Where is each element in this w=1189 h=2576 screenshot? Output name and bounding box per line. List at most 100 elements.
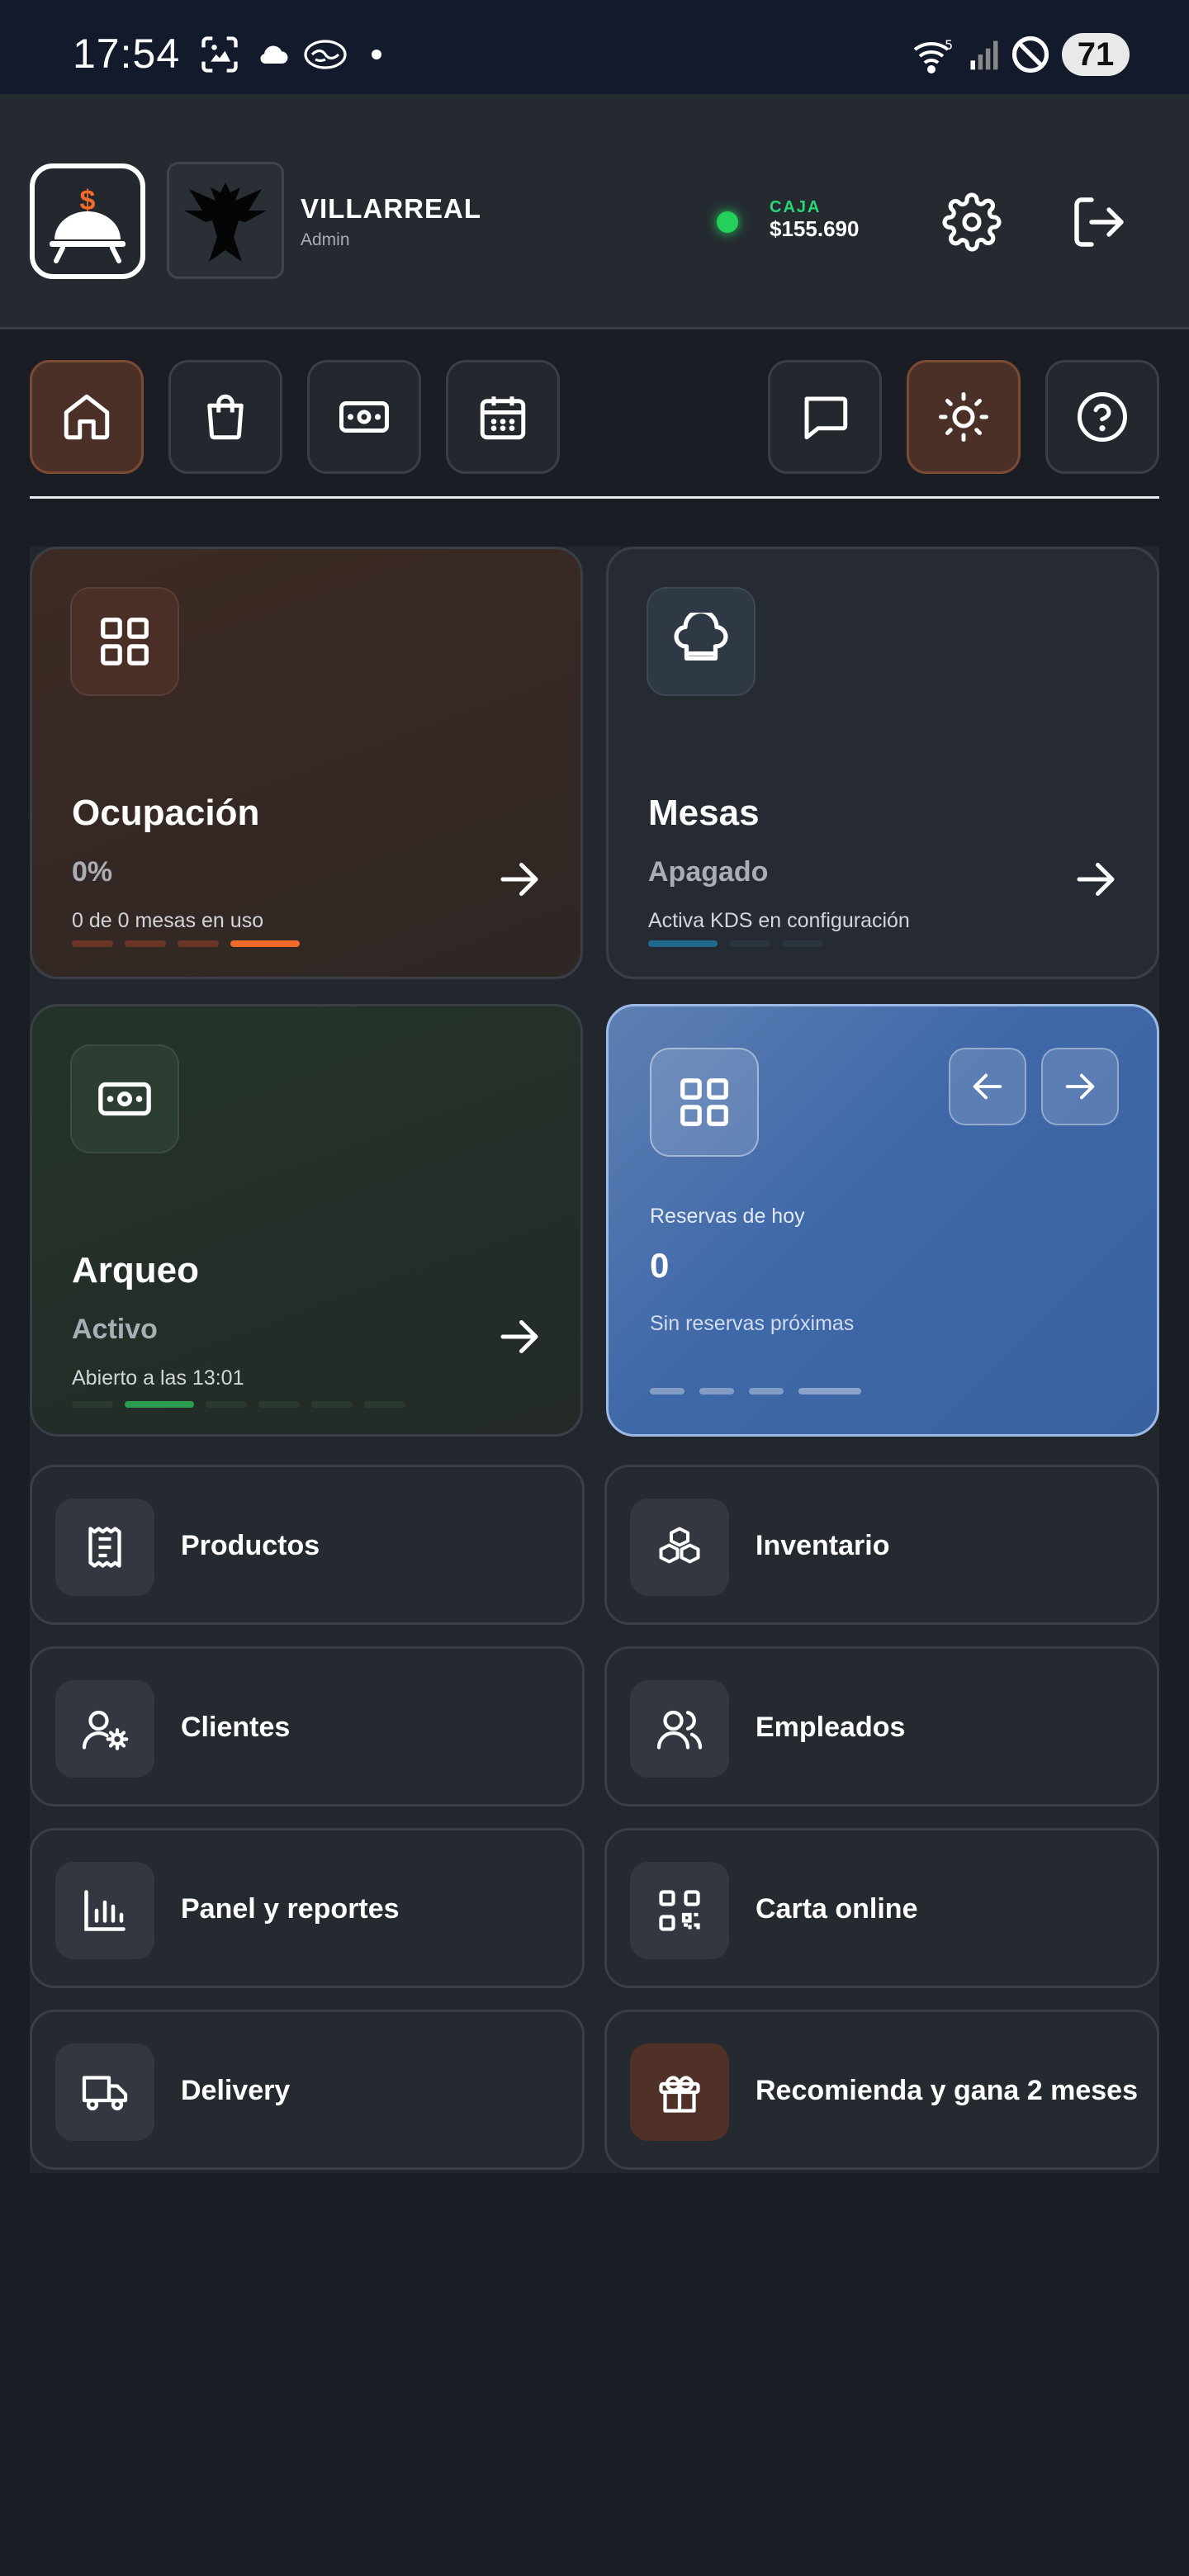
status-time: 17:54 xyxy=(73,31,181,77)
clientes-icon-box xyxy=(55,1680,154,1778)
mesas-card[interactable]: Mesas Apagado Activa KDS en configuració… xyxy=(606,547,1159,979)
reservas-label: Reservas de hoy xyxy=(650,1205,805,1228)
caja-value: $155.690 xyxy=(770,216,860,241)
shopping-bag-icon xyxy=(207,394,244,440)
nav-help-button[interactable] xyxy=(1045,360,1159,474)
caja-label: CAJA xyxy=(770,198,822,216)
arqueo-card[interactable]: Arqueo Activo Abierto a las 13:01 xyxy=(30,1004,583,1437)
sun-icon xyxy=(939,392,988,442)
user-name: VILLARREAL xyxy=(301,193,481,224)
gear-icon xyxy=(942,192,1002,252)
nav-theme-button[interactable] xyxy=(907,360,1021,474)
nav-cash-button[interactable] xyxy=(307,360,421,474)
user-settings-icon xyxy=(82,1710,129,1750)
chat-icon xyxy=(804,396,848,440)
empleados-icon-box xyxy=(630,1680,729,1778)
empleados-label: Empleados xyxy=(756,1712,906,1743)
arqueo-value: Activo xyxy=(72,1314,158,1345)
arqueo-progress xyxy=(72,1401,405,1408)
ocupacion-value: 0% xyxy=(72,856,113,888)
clientes-label: Clientes xyxy=(181,1712,291,1743)
grid-icon xyxy=(101,618,149,665)
caja-status-dot xyxy=(717,211,738,233)
arrow-right-icon xyxy=(500,1320,538,1353)
productos-label: Productos xyxy=(181,1530,320,1561)
menu-item-carta-online[interactable]: Carta online xyxy=(604,1828,1159,1988)
reservas-next-button[interactable] xyxy=(1041,1048,1119,1125)
handshake-icon xyxy=(304,40,347,69)
panel-reportes-label: Panel y reportes xyxy=(181,1893,400,1925)
ocupacion-icon-box xyxy=(70,587,179,696)
arrow-right-icon xyxy=(1077,863,1115,896)
ocupacion-progress xyxy=(72,940,300,947)
mesas-desc: Activa KDS en configuración xyxy=(648,909,910,932)
inventario-label: Inventario xyxy=(756,1530,890,1561)
home-icon xyxy=(64,394,110,440)
reservas-prev-button[interactable] xyxy=(949,1048,1026,1125)
nav-home-button[interactable] xyxy=(30,360,144,474)
menu-item-panel-reportes[interactable]: Panel y reportes xyxy=(30,1828,585,1988)
status-bar: 17:54 5 71 xyxy=(0,0,1189,94)
grid-icon xyxy=(680,1078,728,1126)
app-header: $ VILLARREAL Admin CAJA $155.690 xyxy=(0,94,1189,329)
recomienda-icon-box xyxy=(630,2043,729,2141)
calendar-icon xyxy=(480,396,526,440)
recomienda-label: Recomienda y gana 2 meses xyxy=(756,2075,1139,2106)
battery-indicator: 71 xyxy=(1062,33,1130,76)
arqueo-title: Arqueo xyxy=(72,1250,199,1290)
menu-item-productos[interactable]: Productos xyxy=(30,1465,585,1625)
reservas-card[interactable]: Reservas de hoy 0 Sin reservas próximas xyxy=(606,1004,1159,1437)
productos-icon-box xyxy=(55,1499,154,1596)
mesas-value: Apagado xyxy=(648,856,769,888)
cloud-icon xyxy=(260,45,288,64)
svg-text:5: 5 xyxy=(945,37,953,53)
bar-chart-icon xyxy=(84,1890,126,1931)
arrow-right-icon xyxy=(500,863,538,896)
gallery-icon xyxy=(201,36,238,73)
menu-item-inventario[interactable]: Inventario xyxy=(604,1465,1159,1625)
cash-icon xyxy=(339,401,389,433)
nav-divider xyxy=(30,496,1159,499)
receipt-icon xyxy=(88,1527,121,1568)
reservas-count: 0 xyxy=(650,1246,670,1285)
menu-item-delivery[interactable]: Delivery xyxy=(30,2010,585,2170)
dnd-icon xyxy=(1011,36,1049,73)
boxes-icon xyxy=(659,1527,700,1564)
help-icon xyxy=(1078,392,1127,442)
logout-icon xyxy=(1074,197,1124,247)
signal-icon xyxy=(970,40,998,70)
nav-chat-button[interactable] xyxy=(768,360,882,474)
menu-item-clientes[interactable]: Clientes xyxy=(30,1646,585,1807)
mesas-title: Mesas xyxy=(648,793,760,833)
carta-icon-box xyxy=(630,1862,729,1959)
settings-button[interactable] xyxy=(935,185,1009,259)
nav-calendar-button[interactable] xyxy=(446,360,560,474)
mesas-progress xyxy=(648,940,823,947)
arrow-right-icon xyxy=(1065,1073,1095,1100)
users-icon xyxy=(656,1710,703,1750)
cash-icon xyxy=(98,1082,151,1116)
wifi-icon: 5 xyxy=(913,37,953,73)
logout-button[interactable] xyxy=(1062,185,1136,259)
arqueo-desc: Abierto a las 13:01 xyxy=(72,1366,244,1390)
delivery-icon-box xyxy=(55,2043,154,2141)
panel-icon-box xyxy=(55,1862,154,1959)
arqueo-icon-box xyxy=(70,1044,179,1153)
user-avatar[interactable] xyxy=(167,162,284,279)
gift-icon xyxy=(659,2076,700,2113)
reservas-desc: Sin reservas próximas xyxy=(650,1312,855,1335)
ocupacion-card[interactable]: Ocupación 0% 0 de 0 mesas en uso xyxy=(30,547,583,979)
menu-item-recomienda[interactable]: Recomienda y gana 2 meses xyxy=(604,2010,1159,2170)
reservas-pager xyxy=(650,1388,861,1395)
user-role: Admin xyxy=(301,230,350,249)
nav-shop-button[interactable] xyxy=(168,360,282,474)
carta-online-label: Carta online xyxy=(756,1893,918,1925)
chef-hat-icon xyxy=(674,613,728,661)
delivery-label: Delivery xyxy=(181,2075,291,2106)
menu-item-empleados[interactable]: Empleados xyxy=(604,1646,1159,1807)
restaurant-cloche-icon[interactable]: $ xyxy=(30,163,145,279)
ocupacion-title: Ocupación xyxy=(72,793,260,833)
black-eagle-avatar xyxy=(169,164,282,277)
dot-icon xyxy=(372,50,381,59)
truck-icon xyxy=(82,2076,128,2111)
